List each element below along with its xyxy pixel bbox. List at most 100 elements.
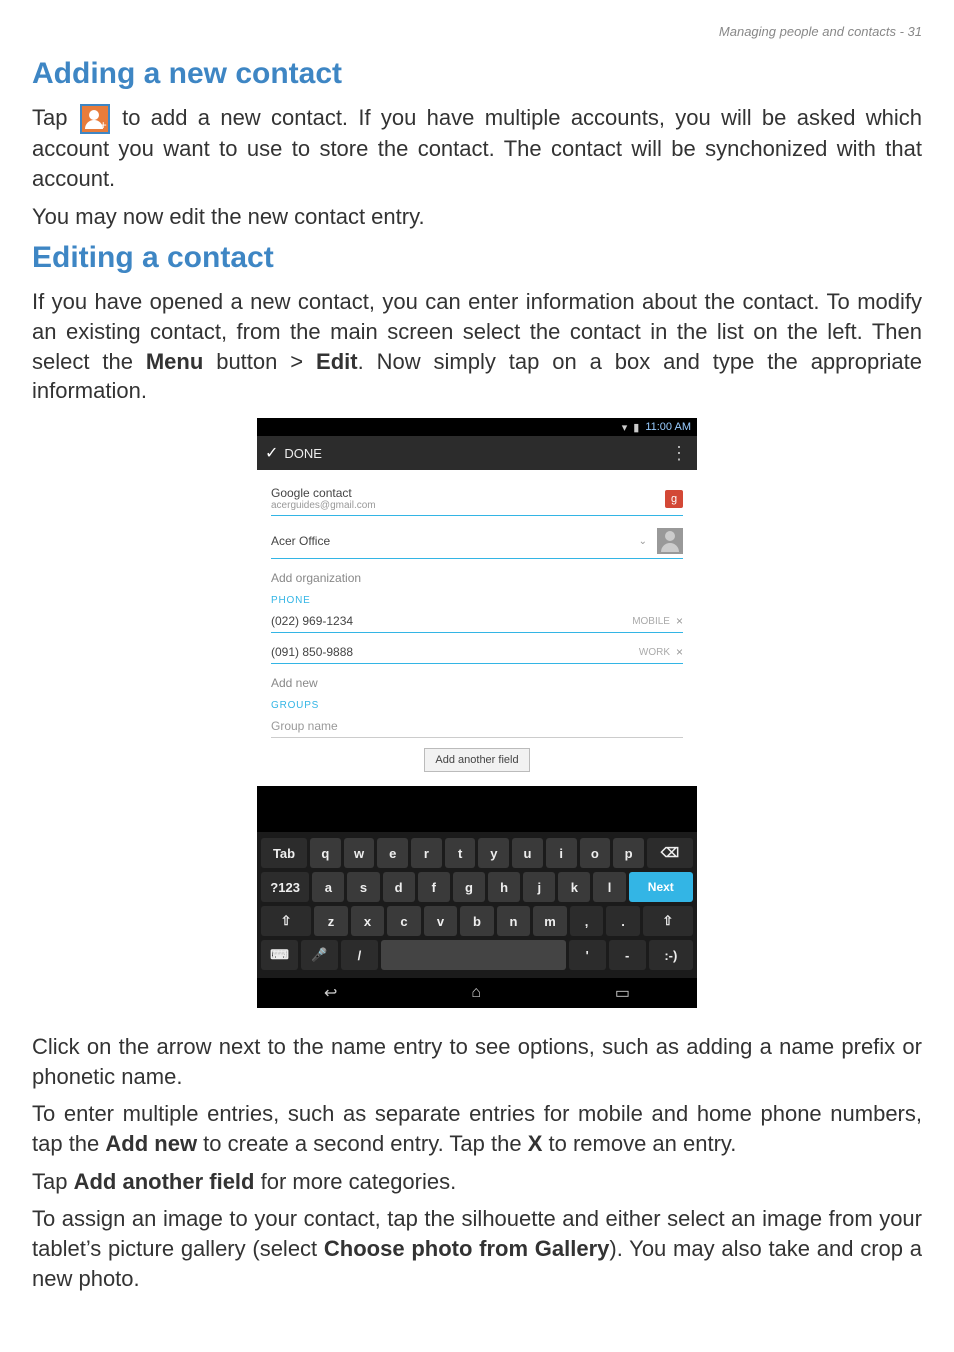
- key-shift-left[interactable]: ⇧: [261, 906, 311, 936]
- nav-home-icon[interactable]: ⌂: [471, 984, 481, 1002]
- keyboard: Tab q w e r t y u i o p ⌫ ?123 a s d f g…: [257, 832, 697, 978]
- key-x[interactable]: x: [351, 906, 385, 936]
- account-row: Google contact acerguides@gmail.com g: [271, 480, 683, 516]
- key-apostrophe[interactable]: ': [569, 940, 606, 970]
- key-symbols[interactable]: ?123: [261, 872, 309, 902]
- add-another-field-button[interactable]: Add another field: [424, 748, 529, 772]
- key-tab[interactable]: Tab: [261, 838, 307, 868]
- paragraph-edit-now: You may now edit the new contact entry.: [32, 202, 922, 232]
- key-c[interactable]: c: [387, 906, 421, 936]
- key-h[interactable]: h: [488, 872, 520, 902]
- remove-phone2-icon[interactable]: ×: [676, 645, 683, 659]
- phone1-type[interactable]: MOBILE: [632, 616, 670, 627]
- paragraph-add-another-field: Tap Add another field for more categorie…: [32, 1167, 922, 1197]
- key-s[interactable]: s: [347, 872, 379, 902]
- key-comma[interactable]: ,: [570, 906, 604, 936]
- add-new-label: Add new: [105, 1131, 197, 1156]
- x-label: X: [528, 1131, 543, 1156]
- key-d[interactable]: d: [383, 872, 415, 902]
- key-input-switch[interactable]: ⌨: [261, 940, 298, 970]
- key-r[interactable]: r: [411, 838, 442, 868]
- chevron-down-icon[interactable]: ⌄: [639, 536, 647, 547]
- account-type: Google contact: [271, 486, 352, 500]
- paragraph-multiple-entries: To enter multiple entries, such as separ…: [32, 1099, 922, 1158]
- done-label: DONE: [284, 446, 322, 461]
- phone2-type[interactable]: WORK: [639, 647, 670, 658]
- status-bar: ▾ ▮ 11:00 AM: [257, 418, 697, 436]
- text: Tap: [32, 1169, 74, 1194]
- phone1-value: (022) 969-1234: [271, 614, 624, 628]
- phone-field-1[interactable]: (022) 969-1234 MOBILE ×: [271, 608, 683, 633]
- overflow-menu-icon[interactable]: ⋮: [670, 443, 689, 464]
- spacer: [257, 786, 697, 832]
- group-name-placeholder: Group name: [271, 719, 683, 733]
- status-time: 11:00 AM: [645, 421, 691, 433]
- account-email: acerguides@gmail.com: [271, 500, 657, 511]
- system-nav-bar: ↩ ⌂ ▭: [257, 978, 697, 1008]
- key-l[interactable]: l: [593, 872, 625, 902]
- battery-icon: ▮: [633, 421, 639, 434]
- name-field[interactable]: Acer Office ⌄: [271, 522, 683, 559]
- key-m[interactable]: m: [533, 906, 567, 936]
- paragraph-edit-contact: If you have opened a new contact, you ca…: [32, 287, 922, 406]
- key-i[interactable]: i: [546, 838, 577, 868]
- edit-label: Edit: [316, 349, 358, 374]
- menu-label: Menu: [146, 349, 203, 374]
- key-v[interactable]: v: [424, 906, 458, 936]
- screenshot-container: ▾ ▮ 11:00 AM ✓ DONE ⋮ Google contact ace…: [32, 418, 922, 1008]
- google-badge-icon: g: [665, 490, 683, 508]
- key-z[interactable]: z: [314, 906, 348, 936]
- add-contact-icon: +: [80, 104, 110, 134]
- text: for more categories.: [254, 1169, 456, 1194]
- key-j[interactable]: j: [523, 872, 555, 902]
- key-mic[interactable]: 🎤: [301, 940, 338, 970]
- contact-photo-silhouette[interactable]: [657, 528, 683, 554]
- key-smile[interactable]: :-): [649, 940, 693, 970]
- action-bar: ✓ DONE ⋮: [257, 436, 697, 470]
- add-organization-field[interactable]: Add organization: [271, 565, 683, 589]
- phone2-value: (091) 850-9888: [271, 645, 631, 659]
- key-o[interactable]: o: [580, 838, 611, 868]
- done-button[interactable]: ✓ DONE: [265, 443, 322, 463]
- key-t[interactable]: t: [445, 838, 476, 868]
- key-y[interactable]: y: [478, 838, 509, 868]
- key-f[interactable]: f: [418, 872, 450, 902]
- nav-recent-icon[interactable]: ▭: [615, 983, 630, 1003]
- key-shift-right[interactable]: ⇧: [643, 906, 693, 936]
- name-value: Acer Office: [271, 534, 631, 548]
- key-period[interactable]: .: [606, 906, 640, 936]
- text: to create a second entry. Tap the: [197, 1131, 528, 1156]
- key-dash[interactable]: -: [609, 940, 646, 970]
- paragraph-add-contact: Tap + to add a new contact. If you have …: [32, 103, 922, 194]
- text: Tap: [32, 105, 78, 130]
- key-slash[interactable]: /: [341, 940, 378, 970]
- key-next[interactable]: Next: [629, 872, 693, 902]
- key-a[interactable]: a: [312, 872, 344, 902]
- check-icon: ✓: [265, 443, 278, 463]
- choose-photo-label: Choose photo from Gallery: [324, 1236, 609, 1261]
- group-name-field[interactable]: Group name: [271, 713, 683, 738]
- text: button >: [203, 349, 316, 374]
- key-w[interactable]: w: [344, 838, 375, 868]
- key-g[interactable]: g: [453, 872, 485, 902]
- tablet-screenshot: ▾ ▮ 11:00 AM ✓ DONE ⋮ Google contact ace…: [257, 418, 697, 1008]
- text: to remove an entry.: [542, 1131, 736, 1156]
- key-backspace[interactable]: ⌫: [647, 838, 693, 868]
- section-title-adding: Adding a new contact: [32, 57, 922, 91]
- key-k[interactable]: k: [558, 872, 590, 902]
- phone-section-label: PHONE: [271, 595, 683, 606]
- key-q[interactable]: q: [310, 838, 341, 868]
- phone-field-2[interactable]: (091) 850-9888 WORK ×: [271, 639, 683, 664]
- edit-form: Google contact acerguides@gmail.com g Ac…: [257, 470, 697, 786]
- key-u[interactable]: u: [512, 838, 543, 868]
- groups-section-label: GROUPS: [271, 700, 683, 711]
- key-p[interactable]: p: [613, 838, 644, 868]
- key-b[interactable]: b: [460, 906, 494, 936]
- add-another-field-label: Add another field: [74, 1169, 255, 1194]
- nav-back-icon[interactable]: ↩: [324, 983, 337, 1003]
- remove-phone1-icon[interactable]: ×: [676, 614, 683, 628]
- key-n[interactable]: n: [497, 906, 531, 936]
- add-new-phone[interactable]: Add new: [271, 670, 683, 694]
- key-e[interactable]: e: [377, 838, 408, 868]
- key-space[interactable]: [381, 940, 566, 970]
